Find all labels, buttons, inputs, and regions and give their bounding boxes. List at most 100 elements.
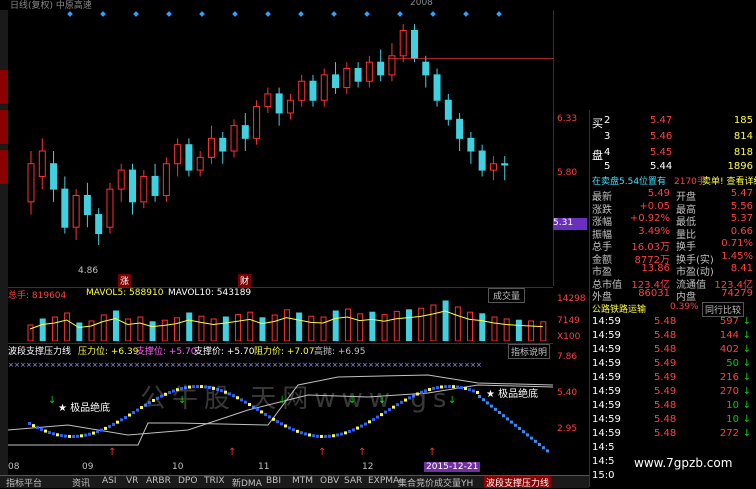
signal-dot xyxy=(112,422,115,426)
signal-dot xyxy=(452,385,455,389)
event-marker-1[interactable]: 涨 xyxy=(118,274,132,287)
signal-dot xyxy=(502,414,505,418)
x-marker: × xyxy=(32,361,38,369)
signal-dot xyxy=(372,417,375,421)
x-marker: × xyxy=(206,361,212,369)
signal-dot xyxy=(542,446,545,450)
x-marker: × xyxy=(212,361,218,369)
price-chart[interactable]: 4.86 涨 财 xyxy=(8,10,554,287)
tick-price: 5.49 xyxy=(654,372,677,383)
up-arrow-icon: ↑ xyxy=(228,447,236,458)
tick-price: 5.48 xyxy=(654,414,677,425)
stat-v2: 74279 xyxy=(721,288,753,299)
tab-platform[interactable]: 指标平台 xyxy=(4,476,44,489)
signal-dot xyxy=(324,434,327,438)
tab-asi[interactable]: ASI xyxy=(100,476,119,488)
tab-vr[interactable]: VR xyxy=(124,476,140,488)
x-marker: × xyxy=(374,361,380,369)
tick-volume: 144 xyxy=(719,330,739,341)
tick-row: 14:59 5.48 272 ↓ xyxy=(590,428,756,440)
x-marker: × xyxy=(62,361,68,369)
tick-time: 14:59 xyxy=(592,344,621,355)
signal-dot xyxy=(472,389,475,393)
stat-v1: +0.92% xyxy=(629,213,670,224)
signal-dot xyxy=(104,426,107,430)
volume-bar xyxy=(393,310,400,342)
x-marker: × xyxy=(332,361,338,369)
signal-dot xyxy=(478,395,481,398)
x-marker: × xyxy=(272,361,278,369)
signal-dot xyxy=(68,434,71,438)
signal-dot xyxy=(52,432,55,436)
event-diamond xyxy=(166,11,172,17)
tab-dpo[interactable]: DPO xyxy=(176,476,199,488)
indicator-scale: 7.86 5.40 2.95 xyxy=(553,350,589,462)
candle xyxy=(117,169,125,190)
tab-support-pressure[interactable]: 波段支撑压力线 xyxy=(484,476,552,489)
event-marker-2[interactable]: 财 xyxy=(238,274,252,287)
x-marker: × xyxy=(404,361,410,369)
volume-bar xyxy=(418,307,425,342)
signal-dot xyxy=(352,428,355,432)
volume-bar xyxy=(100,314,107,342)
tab-bbi[interactable]: BBI xyxy=(264,476,283,488)
signal-dot xyxy=(56,433,59,437)
tab-trix[interactable]: TRIX xyxy=(202,476,227,488)
x-marker: × xyxy=(146,361,152,369)
tab-obv[interactable]: OBV xyxy=(318,476,341,488)
volume-bar xyxy=(247,311,254,342)
volume-bar xyxy=(467,311,474,342)
x-marker: × xyxy=(170,361,176,369)
signal-dot xyxy=(36,426,39,430)
x-marker: × xyxy=(452,361,458,369)
signal-dot xyxy=(268,415,271,419)
year-label: 2008 xyxy=(410,0,433,8)
candle xyxy=(478,150,486,171)
candle xyxy=(50,163,58,190)
tick-time: 14:59 xyxy=(592,358,621,369)
volume-bar xyxy=(222,316,229,342)
left-star-note: ★ 极品绝底 xyxy=(58,403,111,414)
stat-row: 外盘 86031 内盘 74279 xyxy=(590,288,756,303)
tick-price: 5.48 xyxy=(654,428,677,439)
x-marker: × xyxy=(26,361,32,369)
date-label: 12 xyxy=(362,462,374,472)
indicator-tick: 5.40 xyxy=(557,388,578,398)
sell-notice[interactable]: 在卖盘5.54位置有 2170手 卖单! 查看详细 xyxy=(590,174,756,187)
signal-dot xyxy=(308,433,311,437)
tick-row: 14:59 5.48 10 ↓ xyxy=(590,400,756,412)
x-marker: × xyxy=(308,361,314,369)
tab-dma[interactable]: 新DMA xyxy=(230,476,264,489)
tick-row: 14:5 xyxy=(590,442,756,454)
signal-dot xyxy=(32,424,35,428)
volume-bar xyxy=(210,318,217,342)
tick-row: 14:59 5.48 144 ↓ xyxy=(590,330,756,342)
signal-dot xyxy=(60,434,63,438)
title-bar: 日线(复权) 中原高速 2008 xyxy=(0,0,756,11)
tick-volume: 216 xyxy=(719,372,739,383)
tick-row: 14:59 5.48 597 ↓ xyxy=(590,316,756,328)
candle xyxy=(151,175,159,196)
x-marker: × xyxy=(398,361,404,369)
volume-chart[interactable] xyxy=(8,299,553,342)
candle xyxy=(410,29,418,59)
signal-dot xyxy=(526,433,529,437)
tab-sar[interactable]: SAR xyxy=(342,476,364,488)
volume-bar xyxy=(381,314,388,342)
sector-row[interactable]: 公路铁路运输 0.39% 同行比较 xyxy=(590,302,756,317)
tab-arbr[interactable]: ARBR xyxy=(144,476,173,488)
volume-bar xyxy=(149,321,156,342)
x-marker: × xyxy=(8,361,14,369)
tab-news[interactable]: 资讯 xyxy=(70,476,92,489)
side-tab-1[interactable] xyxy=(0,70,8,104)
side-tab-2[interactable] xyxy=(0,110,8,144)
signal-dot xyxy=(376,415,379,419)
x-marker: × xyxy=(344,361,350,369)
signal-dot xyxy=(312,434,315,438)
tab-mtm[interactable]: MTM xyxy=(290,476,315,488)
side-tab-3[interactable] xyxy=(0,150,8,184)
tab-auction-volume[interactable]: 集合竞价成交量YH xyxy=(396,476,475,489)
candle xyxy=(253,106,261,139)
x-marker: × xyxy=(68,361,74,369)
x-marker: × xyxy=(248,361,254,369)
